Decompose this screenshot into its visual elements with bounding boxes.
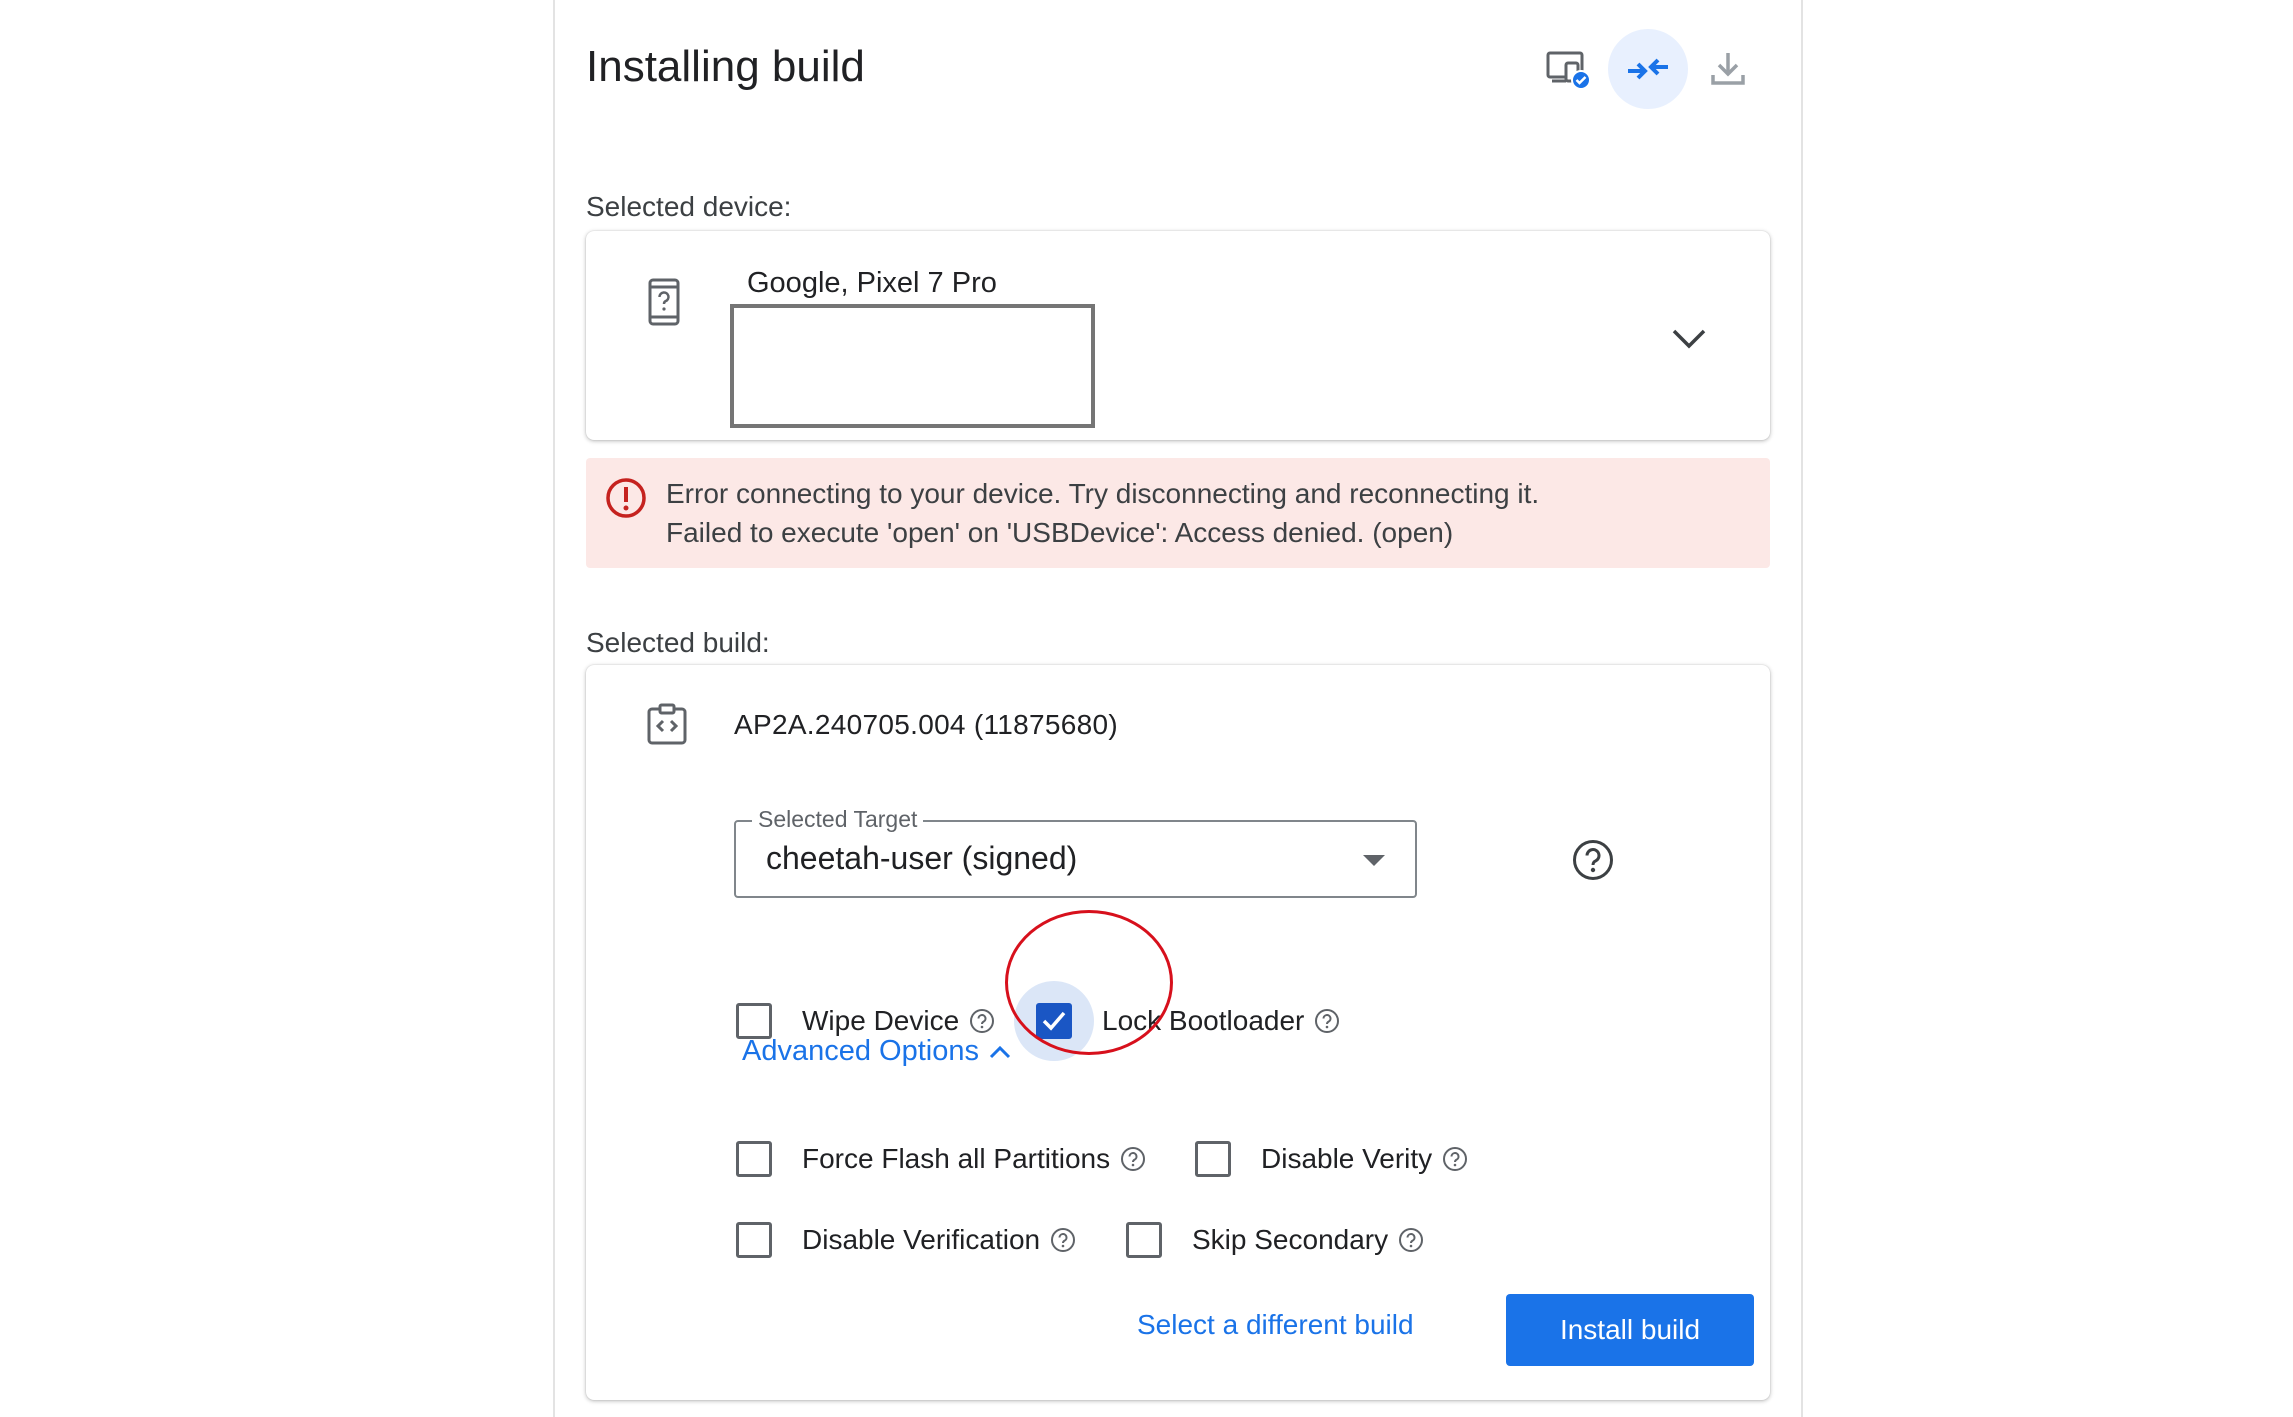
chevron-up-icon — [989, 1045, 1011, 1058]
lock-bootloader-option: Lock Bootloader — [1014, 981, 1340, 1061]
skip-secondary-checkbox-wrap[interactable] — [1104, 1200, 1184, 1280]
help-icon[interactable] — [1314, 1008, 1340, 1034]
disable-verification-checkbox-wrap[interactable] — [714, 1200, 794, 1280]
skip-secondary-option: Skip Secondary — [1104, 1200, 1424, 1280]
phone-unknown-icon — [648, 278, 680, 331]
lock-bootloader-checkbox-wrap[interactable] — [1014, 981, 1094, 1061]
build-card: AP2A.240705.004 (11875680) Selected Targ… — [586, 665, 1770, 1400]
connect-icon — [1628, 58, 1668, 80]
device-check-icon — [1546, 51, 1591, 90]
disable-verity-option: Disable Verity — [1173, 1119, 1468, 1199]
device-dropdown-toggle[interactable] — [1661, 311, 1717, 367]
advanced-options-label: Advanced Options — [742, 1035, 979, 1067]
disable-verity-label: Disable Verity — [1261, 1143, 1433, 1174]
force-flash-checkbox-wrap[interactable] — [714, 1119, 794, 1199]
force-flash-option: Force Flash all Partitions — [714, 1119, 1146, 1199]
help-icon[interactable] — [1050, 1227, 1076, 1253]
disable-verity-checkbox[interactable] — [1195, 1141, 1231, 1177]
error-message: Error connecting to your device. Try dis… — [666, 478, 1540, 509]
wipe-device-checkbox[interactable] — [736, 1003, 772, 1039]
build-name: AP2A.240705.004 (11875680) — [734, 709, 1119, 740]
connect-button[interactable] — [1608, 29, 1688, 109]
lock-bootloader-label: Lock Bootloader — [1102, 1005, 1305, 1036]
error-banner: Error connecting to your device. Try dis… — [586, 458, 1770, 568]
error-detail: Failed to execute 'open' on 'USBDevice':… — [666, 517, 1454, 548]
page-title: Installing build — [586, 42, 865, 91]
advanced-options-toggle[interactable]: Advanced Options — [742, 1035, 1011, 1068]
chevron-down-icon — [1672, 329, 1706, 349]
help-icon[interactable] — [1398, 1227, 1424, 1253]
device-check-button[interactable] — [1530, 29, 1610, 109]
target-select-label: Selected Target — [752, 806, 924, 833]
help-icon — [1573, 840, 1613, 880]
skip-secondary-label: Skip Secondary — [1192, 1224, 1389, 1255]
help-icon[interactable] — [969, 1008, 995, 1034]
install-build-button[interactable]: Install build — [1506, 1294, 1754, 1366]
check-icon — [1042, 1011, 1066, 1031]
build-code-icon — [646, 702, 688, 751]
disable-verity-checkbox-wrap[interactable] — [1173, 1119, 1253, 1199]
download-button[interactable] — [1688, 29, 1768, 109]
dropdown-arrow-icon — [1363, 855, 1385, 866]
disable-verification-label: Disable Verification — [802, 1224, 1041, 1255]
disable-verification-checkbox[interactable] — [736, 1222, 772, 1258]
target-help-button[interactable] — [1571, 838, 1615, 887]
redacted-serial — [730, 304, 1095, 428]
selected-device-label: Selected device: — [586, 191, 792, 222]
selected-build-label: Selected build: — [586, 627, 770, 658]
skip-secondary-checkbox[interactable] — [1126, 1222, 1162, 1258]
help-icon[interactable] — [1120, 1146, 1146, 1172]
select-different-build-button[interactable]: Select a different build — [1137, 1309, 1414, 1341]
lock-bootloader-checkbox[interactable] — [1036, 1003, 1072, 1039]
disable-verification-option: Disable Verification — [714, 1200, 1076, 1280]
wipe-device-label: Wipe Device — [802, 1005, 960, 1036]
force-flash-checkbox[interactable] — [736, 1141, 772, 1177]
device-name: Google, Pixel 7 Pro — [747, 267, 997, 299]
error-icon — [604, 476, 648, 525]
target-select[interactable]: Selected Target cheetah-user (signed) — [734, 806, 1417, 898]
device-card: Google, Pixel 7 Pro — [586, 231, 1770, 440]
download-icon — [1711, 53, 1745, 85]
help-icon[interactable] — [1442, 1146, 1468, 1172]
target-select-value: cheetah-user (signed) — [766, 840, 1078, 876]
force-flash-label: Force Flash all Partitions — [802, 1143, 1111, 1174]
